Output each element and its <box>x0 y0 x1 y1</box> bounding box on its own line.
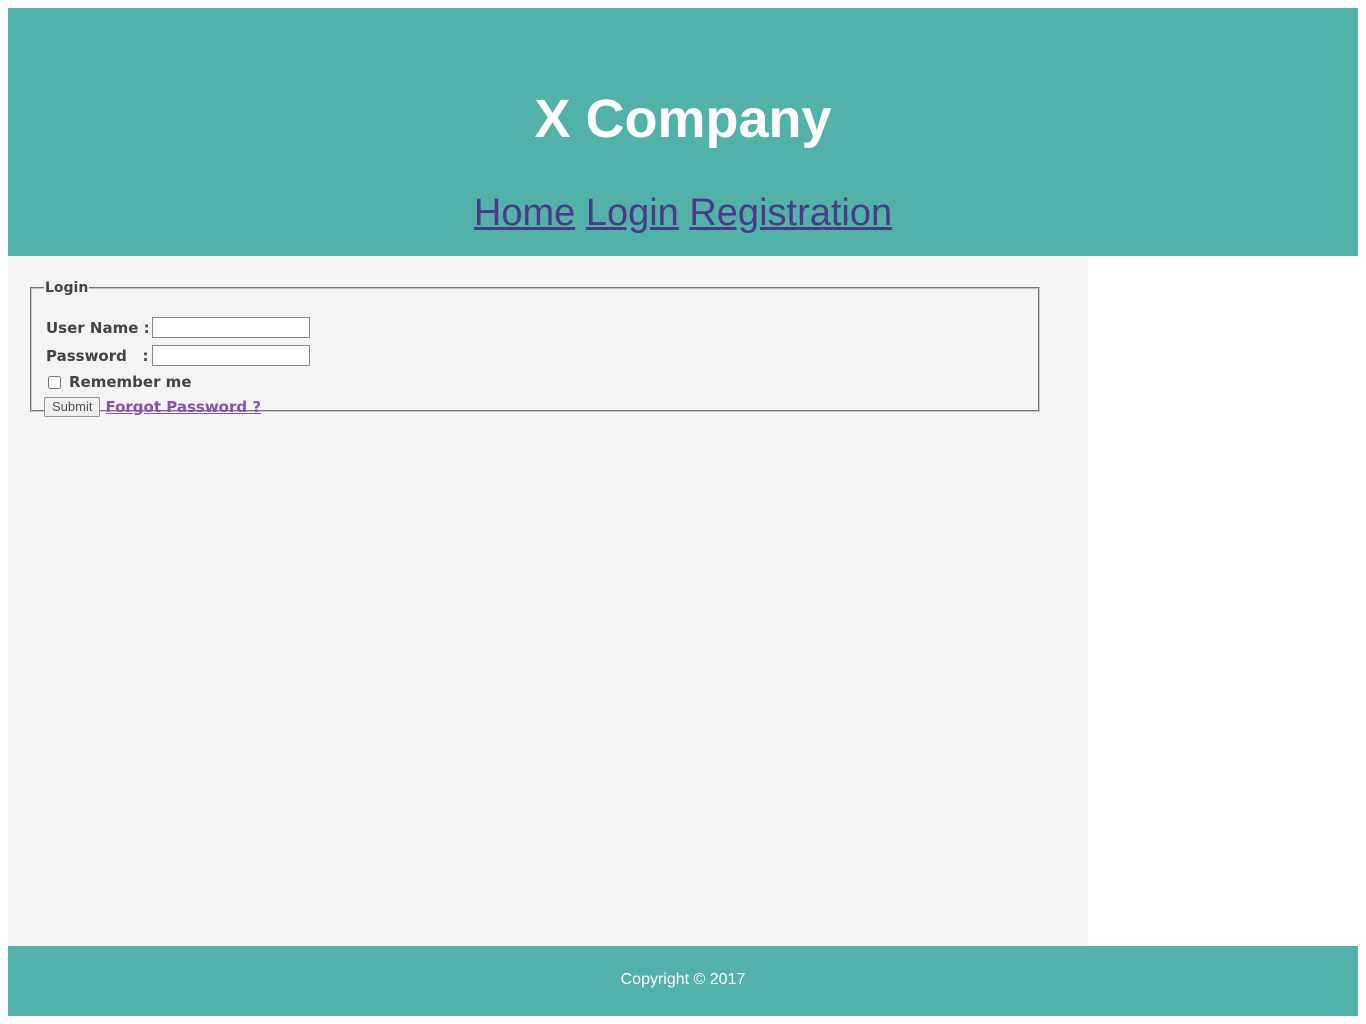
nav-link-registration[interactable]: Registration <box>689 192 892 234</box>
username-row: User Name : <box>46 316 310 338</box>
remember-row: Remember me <box>48 371 192 393</box>
site-header: X Company Home Login Registration <box>8 8 1358 256</box>
password-row: Password : <box>46 344 310 366</box>
nav-link-login[interactable]: Login <box>586 192 679 234</box>
login-fieldset: Login User Name : Password : Remember me… <box>30 280 1040 417</box>
login-legend: Login <box>45 280 89 296</box>
password-input[interactable] <box>152 345 310 366</box>
forgot-password-link[interactable]: Forgot Password ? <box>105 396 261 418</box>
remember-me-checkbox[interactable] <box>48 376 61 389</box>
main-content: Login User Name : Password : Remember me… <box>8 256 1088 946</box>
nav-link-home[interactable]: Home <box>474 192 575 234</box>
site-title: X Company <box>534 89 832 149</box>
site-footer: Copyright © 2017 <box>8 946 1358 1016</box>
password-label: Password : <box>46 346 149 365</box>
submit-button[interactable]: Submit <box>44 396 101 417</box>
remember-me-label: Remember me <box>69 373 192 391</box>
username-label: User Name : <box>46 318 150 337</box>
main-nav: Home Login Registration <box>8 188 1358 238</box>
copyright-text: Copyright © 2017 <box>620 971 746 988</box>
username-input[interactable] <box>152 317 310 338</box>
submit-row: Submit Forgot Password ? <box>44 395 261 417</box>
